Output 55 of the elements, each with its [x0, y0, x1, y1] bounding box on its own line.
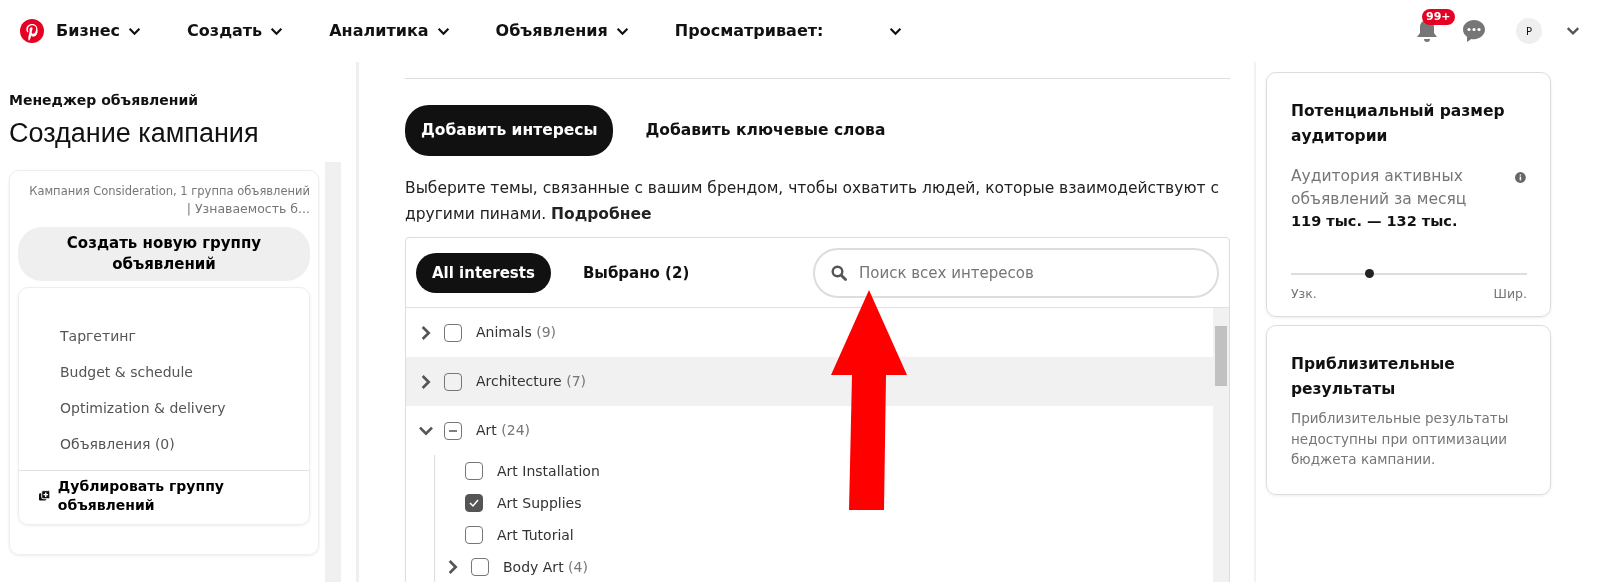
- mode-tab[interactable]: Добавить ключевые слова: [629, 105, 902, 157]
- slider-thumb[interactable]: [1364, 268, 1374, 278]
- create-group-button[interactable]: Создать новую группу объявлений: [18, 226, 310, 281]
- audience-range: 119 тыс. — 132 тыс.: [1291, 212, 1459, 232]
- mode-tab[interactable]: Добавить интересы: [405, 105, 614, 157]
- nav-menu[interactable]: Просматривает:: [674, 19, 903, 43]
- campaign-goal: | Узнаваемость б...: [185, 199, 310, 218]
- checkbox[interactable]: [465, 526, 483, 545]
- checkbox[interactable]: [465, 494, 483, 513]
- nav-menu[interactable]: Аналитика: [329, 19, 450, 43]
- max-label: Шир.: [1493, 284, 1527, 303]
- interest-label[interactable]: Art Tutorial: [497, 524, 574, 546]
- avatar[interactable]: P: [1516, 18, 1542, 44]
- duplicate-icon: [39, 490, 50, 503]
- section-label: Менеджер объявлений: [9, 91, 200, 110]
- page-title: Создание кампания: [9, 117, 260, 150]
- interest-label[interactable]: Body Art (4): [503, 556, 588, 578]
- interest-label[interactable]: Animals (9): [476, 322, 557, 344]
- interest-label[interactable]: Art Installation: [497, 460, 600, 482]
- search-field[interactable]: Поиск всех интересов: [813, 247, 1219, 298]
- interest-row[interactable]: Art (24): [406, 406, 1213, 456]
- nav-menu[interactable]: Бизнес: [56, 19, 142, 43]
- minus-icon: [449, 428, 457, 433]
- check-icon: [468, 497, 480, 510]
- checkbox[interactable]: [444, 372, 462, 391]
- step-link[interactable]: Optimization & delivery: [19, 397, 309, 434]
- chat-icon[interactable]: [1462, 19, 1486, 43]
- interest-row[interactable]: Animals (9): [406, 308, 1213, 358]
- scrollbar[interactable]: [1213, 308, 1229, 582]
- description: Выберите темы, связанные с вашим брендом, чтобы охватить людей, которые взаимодействуют с другими пинами. Подробнее: [405, 178, 1220, 225]
- nav-menu[interactable]: Создать: [187, 19, 284, 43]
- checkbox[interactable]: [444, 421, 462, 440]
- interest-label[interactable]: Art (24): [476, 420, 531, 442]
- interest-row[interactable]: Architecture (7): [406, 357, 1213, 407]
- step-link[interactable]: Объявления (0): [19, 433, 309, 470]
- step-link[interactable]: Budget & schedule: [19, 361, 309, 398]
- campaign-name: Кампания Consideration, 1 группа объявлений: [28, 182, 310, 200]
- filter-tab[interactable]: All interests: [416, 252, 551, 294]
- logo-icon[interactable]: [20, 19, 44, 43]
- checkbox[interactable]: [471, 558, 489, 577]
- checkbox[interactable]: [444, 323, 462, 342]
- search-icon: [831, 264, 847, 281]
- duplicate-group-button[interactable]: Дублировать группу объявлений: [57, 476, 299, 516]
- notification-badge: 99+: [1422, 9, 1455, 26]
- results-text: Приблизительные результаты недоступны при оптимизации бюджета кампании.: [1291, 408, 1510, 470]
- nav-menu[interactable]: Объявления: [495, 19, 629, 43]
- card-title: Потенциальный размер аудитории: [1291, 101, 1506, 147]
- min-label: Узк.: [1291, 284, 1317, 303]
- step-link[interactable]: Таргетинг: [19, 325, 309, 362]
- interest-label[interactable]: Art Supplies: [497, 492, 582, 514]
- audience-label: Аудитория активных объявлений за месяц: [1291, 165, 1468, 210]
- interest-label[interactable]: Architecture (7): [476, 371, 586, 393]
- filter-tab[interactable]: Выбрано (2): [566, 252, 706, 294]
- checkbox[interactable]: [465, 462, 483, 481]
- card-title: Приблизительные результаты: [1291, 354, 1456, 400]
